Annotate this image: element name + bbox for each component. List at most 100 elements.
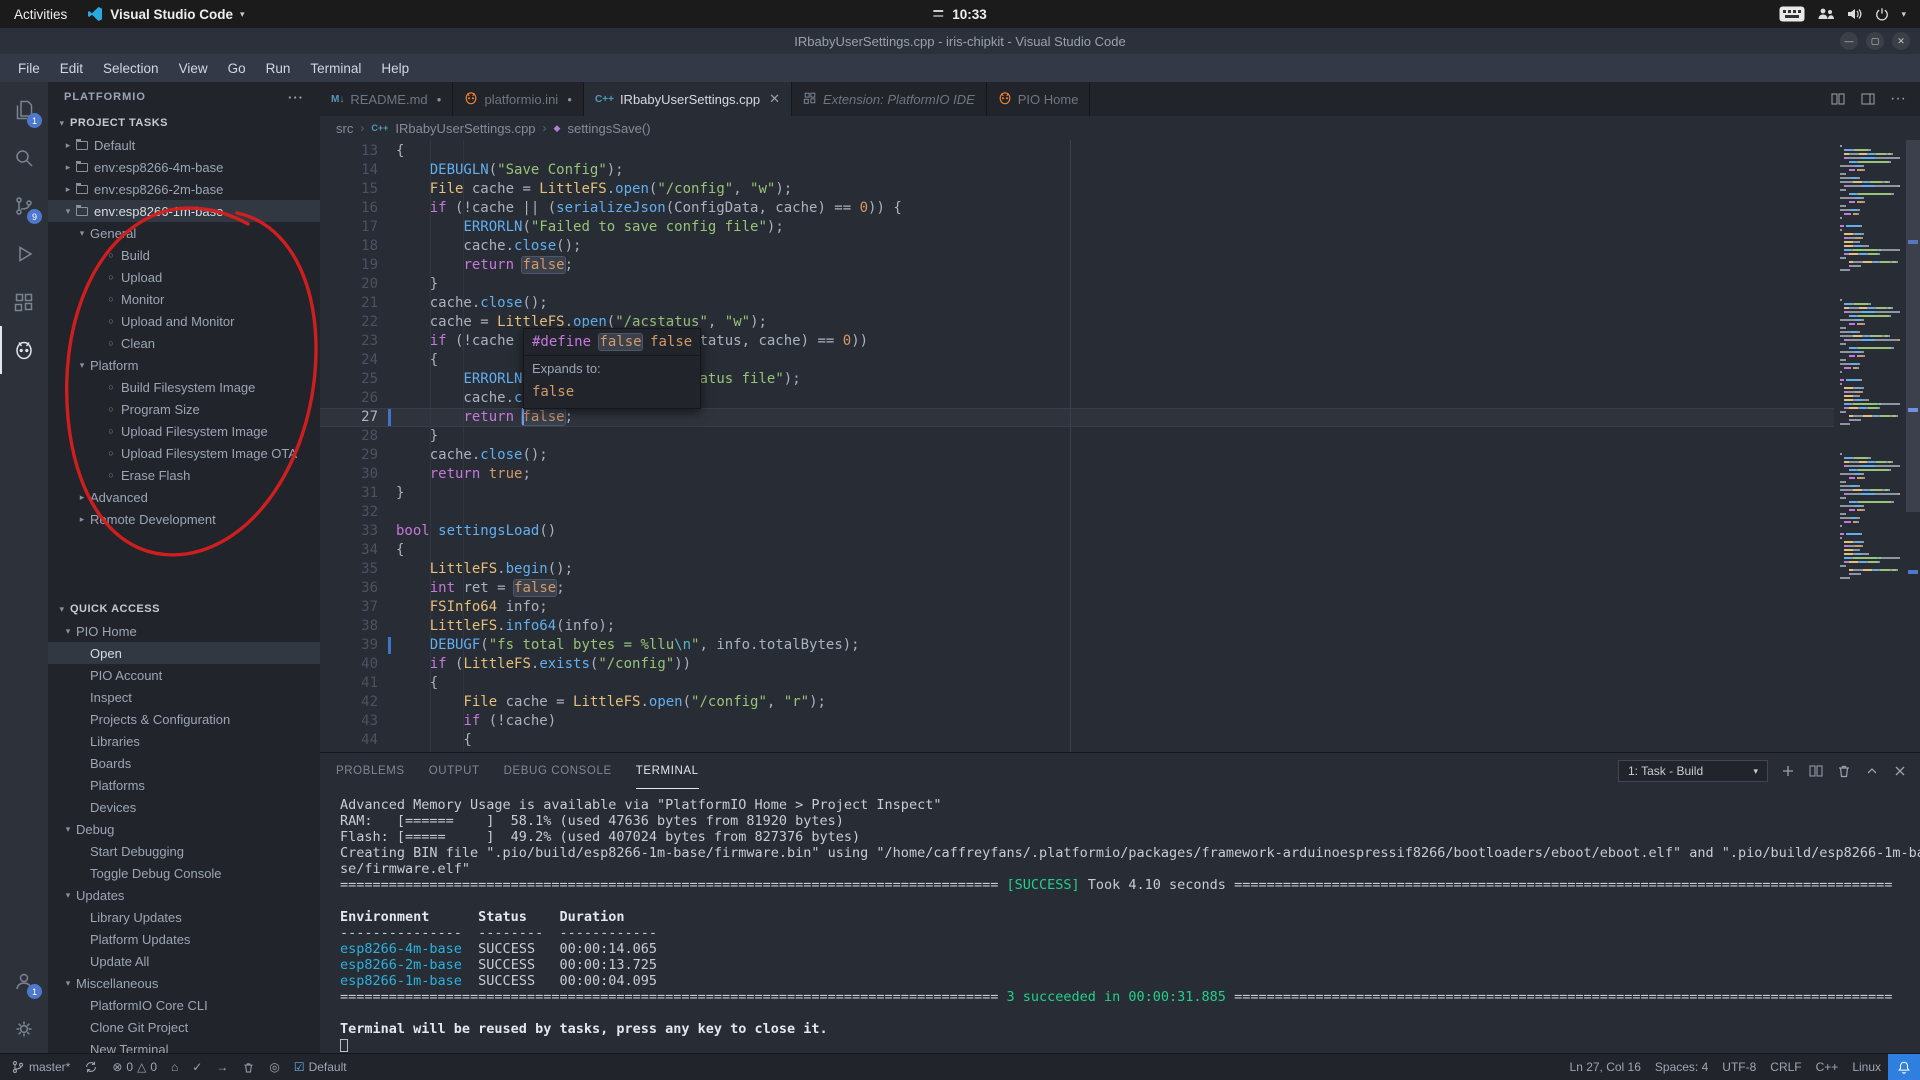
- close-button[interactable]: ✕: [1892, 32, 1910, 50]
- new-terminal-icon[interactable]: [1780, 763, 1796, 779]
- breadcrumb[interactable]: src›C++IRbabyUserSettings.cpp›◆settingsS…: [320, 116, 1920, 140]
- notifications-bell[interactable]: [1888, 1054, 1920, 1080]
- close-panel-icon[interactable]: [1892, 763, 1908, 779]
- menu-selection[interactable]: Selection: [93, 61, 169, 76]
- code-line-43[interactable]: 43 if (!cache): [320, 712, 1920, 731]
- quick-libraries[interactable]: Libraries: [48, 730, 320, 752]
- problems-indicator[interactable]: ⊗0 △0: [105, 1054, 164, 1080]
- code-line-13[interactable]: 13{: [320, 142, 1920, 161]
- activities-button[interactable]: Activities: [14, 7, 67, 22]
- platformio-icon[interactable]: [0, 326, 48, 374]
- tab-pio-home[interactable]: PIO Home: [987, 82, 1091, 116]
- quick-library-updates[interactable]: Library Updates: [48, 906, 320, 928]
- code-line-35[interactable]: 35 LittleFS.begin();: [320, 560, 1920, 579]
- menu-edit[interactable]: Edit: [50, 61, 93, 76]
- encoding-indicator[interactable]: UTF-8: [1715, 1054, 1763, 1080]
- indentation-indicator[interactable]: Spaces: 4: [1648, 1054, 1715, 1080]
- tab-irbabyusersettings-cpp[interactable]: C++IRbabyUserSettings.cpp✕: [584, 82, 792, 116]
- code-line-40[interactable]: 40 if (LittleFS.exists("/config")): [320, 655, 1920, 674]
- code-line-17[interactable]: 17 ERRORLN("Failed to save config file")…: [320, 218, 1920, 237]
- menu-view[interactable]: View: [169, 61, 218, 76]
- code-line-42[interactable]: 42 File cache = LittleFS.open("/config",…: [320, 693, 1920, 712]
- task-monitor[interactable]: ○Monitor: [48, 288, 320, 310]
- source-control-icon[interactable]: 9: [0, 182, 48, 230]
- code-line-16[interactable]: 16 if (!cache || (serializeJson(ConfigDa…: [320, 199, 1920, 218]
- close-tab-icon[interactable]: ✕: [769, 91, 780, 107]
- breadcrumb-item-src[interactable]: src: [336, 121, 353, 136]
- task-env-esp8266-2m-base[interactable]: ▸env:esp8266-2m-base: [48, 178, 320, 200]
- pio-env-switcher[interactable]: ☑ Default: [287, 1054, 354, 1080]
- more-actions-icon[interactable]: ···: [1890, 90, 1906, 108]
- tab-extension-platformio-ide[interactable]: Extension: PlatformIO IDE: [792, 82, 987, 116]
- task-upload[interactable]: ○Upload: [48, 266, 320, 288]
- quick-boards[interactable]: Boards: [48, 752, 320, 774]
- code-line-41[interactable]: 41 {: [320, 674, 1920, 693]
- code-line-28[interactable]: 28 }: [320, 427, 1920, 446]
- code-line-37[interactable]: 37 FSInfo64 info;: [320, 598, 1920, 617]
- pio-clean-button[interactable]: [235, 1054, 262, 1080]
- pio-upload-button[interactable]: →: [209, 1054, 235, 1080]
- code-line-33[interactable]: 33bool settingsLoad(): [320, 522, 1920, 541]
- panel-tab-output[interactable]: OUTPUT: [429, 753, 480, 789]
- task-upload-filesystem-image-ota[interactable]: ○Upload Filesystem Image OTA: [48, 442, 320, 464]
- task-clean[interactable]: ○Clean: [48, 332, 320, 354]
- code-line-44[interactable]: 44 {: [320, 731, 1920, 750]
- code-line-29[interactable]: 29 cache.close();: [320, 446, 1920, 465]
- panel-tab-debug-console[interactable]: DEBUG CONSOLE: [504, 753, 612, 789]
- code-editor[interactable]: 13{14 DEBUGLN("Save Config");15 File cac…: [320, 140, 1920, 752]
- terminal-output[interactable]: Advanced Memory Usage is available via "…: [320, 789, 1920, 1053]
- quick-open[interactable]: Open: [48, 642, 320, 664]
- code-line-30[interactable]: 30 return true;: [320, 465, 1920, 484]
- git-branch-indicator[interactable]: master*: [4, 1054, 77, 1080]
- task-env-esp8266-4m-base[interactable]: ▸env:esp8266-4m-base: [48, 156, 320, 178]
- split-editor-icon[interactable]: [1830, 91, 1846, 107]
- task-default[interactable]: ▸Default: [48, 134, 320, 156]
- task-upload-and-monitor[interactable]: ○Upload and Monitor: [48, 310, 320, 332]
- minimap[interactable]: [1834, 140, 1906, 752]
- remote-os-indicator[interactable]: Linux: [1845, 1054, 1888, 1080]
- keyboard-layout-icon[interactable]: [1779, 6, 1805, 22]
- sync-button[interactable]: [77, 1054, 105, 1080]
- cursor-position[interactable]: Ln 27, Col 16: [1563, 1054, 1648, 1080]
- quick-update-all[interactable]: Update All: [48, 950, 320, 972]
- menu-run[interactable]: Run: [256, 61, 301, 76]
- task-env-esp8266-1m-base[interactable]: ▾env:esp8266-1m-base: [48, 200, 320, 222]
- users-network-icon[interactable]: [1817, 7, 1835, 21]
- editor-scrollbar[interactable]: [1906, 140, 1920, 512]
- quick-platformio-core-cli[interactable]: PlatformIO Core CLI: [48, 994, 320, 1016]
- quick-platforms[interactable]: Platforms: [48, 774, 320, 796]
- app-menu[interactable]: Visual Studio Code ▾: [87, 6, 244, 22]
- pio-build-button[interactable]: ✓: [185, 1054, 209, 1080]
- panel-tab-problems[interactable]: PROBLEMS: [336, 753, 405, 789]
- task-build[interactable]: ○Build: [48, 244, 320, 266]
- quick-new-terminal[interactable]: New Terminal: [48, 1038, 320, 1053]
- pio-serial-monitor-button[interactable]: ◎: [262, 1054, 286, 1080]
- editor-layout-icon[interactable]: [1860, 91, 1876, 107]
- quick-clone-git-project[interactable]: Clone Git Project: [48, 1016, 320, 1038]
- code-line-15[interactable]: 15 File cache = LittleFS.open("/config",…: [320, 180, 1920, 199]
- run-debug-icon[interactable]: [0, 230, 48, 278]
- project-tasks-header[interactable]: ▾ PROJECT TASKS: [48, 112, 320, 134]
- quick-platform-updates[interactable]: Platform Updates: [48, 928, 320, 950]
- quick-updates[interactable]: ▾Updates: [48, 884, 320, 906]
- search-icon[interactable]: [0, 134, 48, 182]
- quick-miscellaneous[interactable]: ▾Miscellaneous: [48, 972, 320, 994]
- task-advanced[interactable]: ▸Advanced: [48, 486, 320, 508]
- task-upload-filesystem-image[interactable]: ○Upload Filesystem Image: [48, 420, 320, 442]
- language-mode[interactable]: C++: [1809, 1054, 1846, 1080]
- tab-platformio-ini[interactable]: platformio.ini●: [453, 82, 584, 116]
- code-line-20[interactable]: 20 }: [320, 275, 1920, 294]
- power-icon[interactable]: [1875, 7, 1889, 21]
- task-remote-development[interactable]: ▸Remote Development: [48, 508, 320, 530]
- accounts-icon[interactable]: 1: [0, 957, 48, 1005]
- extensions-icon[interactable]: [0, 278, 48, 326]
- code-line-32[interactable]: 32: [320, 503, 1920, 522]
- breadcrumb-item-irbabyusersettings-cpp[interactable]: IRbabyUserSettings.cpp: [395, 121, 535, 136]
- code-line-34[interactable]: 34{: [320, 541, 1920, 560]
- menu-go[interactable]: Go: [218, 61, 256, 76]
- code-line-14[interactable]: 14 DEBUGLN("Save Config");: [320, 161, 1920, 180]
- panel-tab-terminal[interactable]: TERMINAL: [636, 753, 699, 789]
- clock-menu[interactable]: 10:33: [933, 7, 987, 22]
- minimize-button[interactable]: —: [1840, 32, 1858, 50]
- quick-devices[interactable]: Devices: [48, 796, 320, 818]
